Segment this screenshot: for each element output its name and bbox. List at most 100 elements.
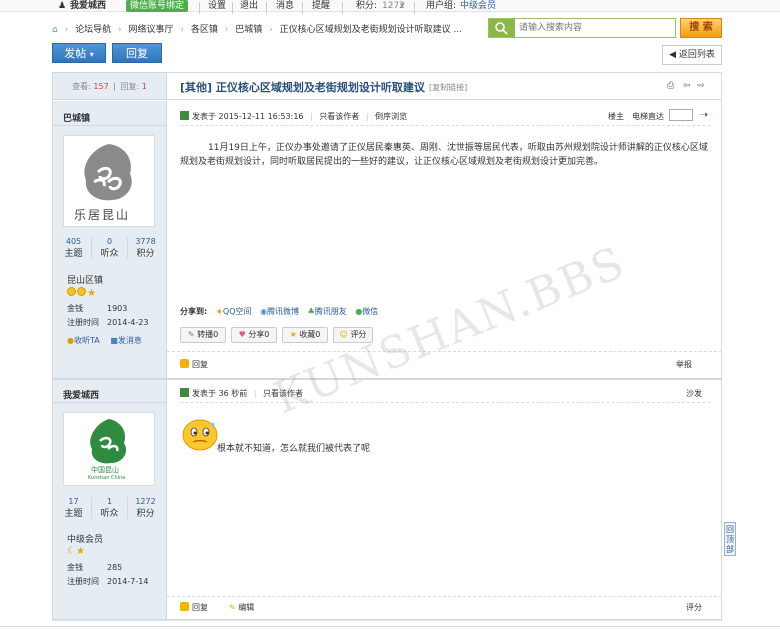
- back-to-list-button[interactable]: ◀ 返回列表: [662, 45, 722, 65]
- gold-value: 1903: [107, 304, 128, 313]
- search-box: [488, 18, 676, 38]
- breadcrumb-item[interactable]: 论坛导航: [75, 25, 111, 35]
- share-bar: 分享到: ★QQ空间 ◉腾讯微博 ♣腾讯朋友 ●微信: [180, 307, 379, 316]
- print-icon[interactable]: ⎙: [667, 81, 674, 91]
- star-icon: ★: [75, 546, 85, 557]
- reverse-order-link[interactable]: 倒序浏览: [375, 112, 407, 121]
- post2-author-panel: 我爱城西 中国昆山 Kunshan China 17 主题 1 听众 1272 积分 …: [53, 380, 166, 619]
- breadcrumb-item[interactable]: 巴城镇: [235, 25, 262, 35]
- avatar[interactable]: 乐居昆山: [63, 135, 155, 227]
- wechat-bind-link[interactable]: 微信账号绑定: [126, 0, 189, 12]
- moon-icon: ☾: [67, 546, 76, 557]
- regtime-value: 2014-7-14: [107, 577, 149, 586]
- messages-link[interactable]: 消息: [276, 0, 294, 12]
- settings-link[interactable]: 设置: [208, 0, 226, 12]
- rate-link[interactable]: 评分: [686, 602, 702, 613]
- star-icon: ★: [87, 288, 96, 299]
- message-icon: ■: [110, 336, 118, 345]
- logout-link[interactable]: 退出: [240, 0, 258, 12]
- points-dropdown-icon[interactable]: ▾: [400, 0, 405, 12]
- top-bar: ♟ 我爱城西 微信账号绑定 设置 退出 消息 提醒 积分: 1272 ▾ 用户组…: [0, 0, 780, 14]
- chevron-left-icon: ◀: [669, 50, 677, 60]
- medal-icon: [77, 287, 86, 296]
- post-content: 根本就不知道，怎么就我们被代表了呢: [217, 444, 371, 454]
- search-input[interactable]: [519, 21, 669, 35]
- share-tencent-friends-link[interactable]: ♣腾讯朋友: [308, 307, 347, 316]
- thread-frame: 查看: 157 | 回复: 1 [其他] 正仪核心区域规划及老街规划设计听取建议…: [52, 72, 722, 620]
- search-button[interactable]: 搜 索: [680, 18, 722, 38]
- tencent-weibo-icon: ◉: [260, 307, 268, 316]
- copy-link[interactable]: [复制链接]: [429, 82, 467, 93]
- author-name[interactable]: 我爱城西: [63, 388, 99, 401]
- author-stats: 17 主题 1 听众 1272 积分: [64, 497, 156, 519]
- tencent-friends-icon: ♣: [307, 307, 315, 316]
- favorite-icon: ★: [289, 330, 297, 339]
- thread-stats: 查看: 157 | 回复: 1: [53, 73, 166, 100]
- goto-floor-label: 电梯直达: [632, 112, 664, 121]
- share-qzone-link[interactable]: ★QQ空间: [216, 307, 252, 316]
- gold-value: 285: [107, 563, 123, 572]
- reply-icon: [180, 359, 189, 368]
- online-status-icon: [180, 388, 189, 397]
- back-to-top-button[interactable]: 回顶部: [724, 522, 736, 556]
- thread-title-bar: [其他] 正仪核心区域规划及老街规划设计听取建议 [复制链接] ⎙ ⇦ ⇨: [166, 73, 721, 100]
- share-button[interactable]: ♥ 分享0: [231, 327, 277, 343]
- author-rank: 昆山区镇: [67, 276, 104, 286]
- goto-floor-input[interactable]: [669, 109, 693, 121]
- medal-icon: [67, 287, 76, 296]
- floor-label: 楼主: [608, 112, 624, 121]
- site-user-link[interactable]: 我爱城西: [70, 0, 106, 12]
- author-name[interactable]: 巴城镇: [63, 111, 90, 124]
- qzone-icon: ★: [215, 307, 223, 316]
- new-post-button[interactable]: 发帖 ▾: [52, 43, 106, 63]
- post1-author-panel: 巴城镇 乐居昆山 405 主题 0 听众 3778 积分 昆山区镇 ★ 金钱 1903 …: [53, 101, 166, 378]
- home-icon[interactable]: ⌂: [52, 25, 58, 35]
- next-thread-icon[interactable]: ⇨: [697, 81, 705, 91]
- rate-icon: ☺: [339, 330, 348, 339]
- reply-button[interactable]: 回复: [112, 43, 162, 63]
- floor-label: 沙发: [686, 389, 702, 398]
- repost-button[interactable]: ✎ 转播0: [180, 327, 226, 343]
- breadcrumb: ⌂ › 论坛导航 › 网络议事厅 › 各区镇 › 巴城镇 › 正仪核心区域规划及…: [52, 25, 463, 35]
- favorite-button[interactable]: ★ 收藏0: [282, 327, 328, 343]
- logo-subcaption: Kunshan China: [88, 475, 126, 481]
- post-content: 11月19日上午，正仪办事处邀请了正仪居民秦惠英、周刚、沈世振等居民代表，听取由…: [180, 143, 708, 167]
- regtime-value: 2014-4-23: [107, 318, 149, 327]
- logo-caption: 中国昆山: [91, 466, 119, 474]
- post2-reply-link[interactable]: 回复: [180, 602, 208, 613]
- heart-icon: ♥: [238, 330, 246, 339]
- follow-icon: ●: [67, 336, 74, 345]
- author-stats: 405 主题 0 听众 3778 积分: [64, 237, 156, 259]
- online-status-icon: [180, 111, 189, 120]
- breadcrumb-item[interactable]: 各区镇: [191, 25, 218, 35]
- chevron-down-icon: ▾: [89, 50, 94, 59]
- points-label: 积分:: [356, 1, 378, 11]
- reminder-link[interactable]: 提醒: [312, 0, 330, 12]
- follow-link[interactable]: ●收听TA: [67, 336, 100, 345]
- usergroup-label: 用户组:: [426, 1, 457, 11]
- breadcrumb-item[interactable]: 正仪核心区域规划及老街规划设计听取建议 ...: [280, 25, 462, 35]
- only-author-link[interactable]: 只看该作者: [319, 112, 359, 121]
- thread-title: [其他] 正仪核心区域规划及老街规划设计听取建议: [180, 81, 425, 94]
- post-meta: 发表于 2015-12-11 16:53:16 | 只看该作者 | 倒序浏览: [180, 111, 407, 122]
- repost-icon: ✎: [187, 330, 195, 339]
- report-link[interactable]: 举报: [676, 359, 692, 370]
- sweat-smiley-icon: [182, 419, 218, 451]
- share-tencent-weibo-link[interactable]: ◉腾讯微博: [260, 307, 299, 316]
- share-wechat-link[interactable]: ●微信: [355, 307, 378, 316]
- logo-caption: 乐居昆山: [74, 208, 131, 222]
- prev-thread-icon[interactable]: ⇦: [683, 81, 691, 91]
- search-icon: [489, 19, 515, 37]
- post1-reply-link[interactable]: 回复: [180, 359, 208, 370]
- author-rank: 中级会员: [67, 535, 104, 545]
- send-message-link[interactable]: ■发消息: [110, 336, 142, 345]
- medals: ★: [67, 287, 96, 299]
- avatar[interactable]: 中国昆山 Kunshan China: [63, 412, 155, 486]
- goto-floor-icon[interactable]: ➝: [699, 108, 708, 121]
- breadcrumb-item[interactable]: 网络议事厅: [128, 25, 173, 35]
- user-icon: ♟: [58, 1, 67, 11]
- reply-icon: [180, 602, 189, 611]
- post2-body: 发表于 36 秒前 | 只看该作者 沙发 根本就不知道，怎么就我们被代表了呢 回…: [166, 380, 722, 619]
- usergroup-link[interactable]: 中级会员: [460, 0, 496, 12]
- edit-link[interactable]: ✎ 编辑: [229, 602, 254, 613]
